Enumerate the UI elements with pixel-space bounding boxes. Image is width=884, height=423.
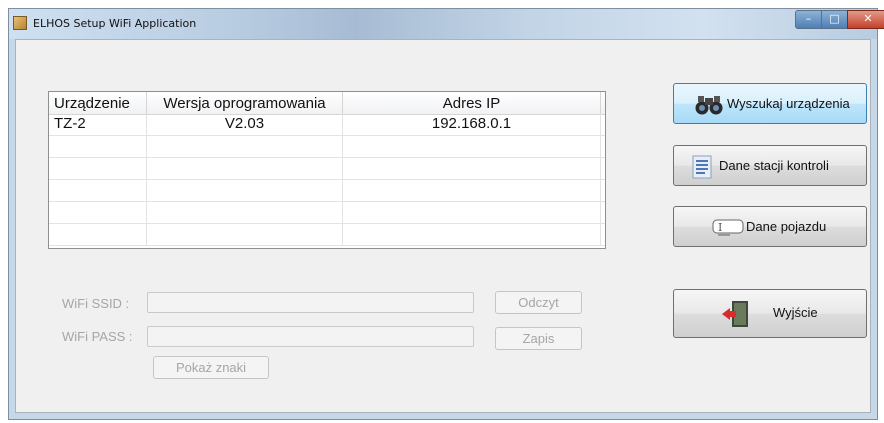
read-button[interactable]: Odczyt	[495, 291, 582, 314]
station-data-button[interactable]: Dane stacji kontroli	[673, 145, 867, 186]
maximize-button[interactable]: □	[821, 10, 848, 29]
empty-row	[49, 136, 605, 158]
vehicle-data-button[interactable]: I Dane pojazdu	[673, 206, 867, 247]
column-header-version[interactable]: Wersja oprogramowania	[147, 92, 343, 114]
write-button[interactable]: Zapis	[495, 327, 582, 350]
svg-text:I: I	[718, 221, 722, 234]
show-chars-button[interactable]: Pokaż znaki	[153, 356, 269, 379]
device-list[interactable]: Urządzenie Wersja oprogramowania Adres I…	[48, 91, 606, 249]
device-list-header: Urządzenie Wersja oprogramowania Adres I…	[49, 92, 605, 115]
vehicle-data-label: Dane pojazdu	[746, 219, 827, 234]
wifi-ssid-input[interactable]	[147, 292, 474, 313]
close-button[interactable]: ✕	[847, 10, 884, 29]
window-title: ELHOS Setup WiFi Application	[33, 17, 197, 30]
version-cell: V2.03	[147, 114, 343, 136]
exit-door-icon	[720, 300, 750, 331]
wifi-pass-label: WiFi PASS :	[62, 329, 133, 344]
title-bar[interactable]: ELHOS Setup WiFi Application – □ ✕	[9, 9, 884, 39]
binoculars-icon	[694, 94, 724, 119]
column-header-device[interactable]: Urządzenie	[49, 92, 147, 114]
device-cell: TZ-2	[49, 114, 147, 136]
wifi-ssid-label: WiFi SSID :	[62, 296, 130, 311]
exit-label: Wyjście	[773, 305, 818, 320]
document-list-icon	[692, 155, 712, 182]
empty-row	[49, 224, 605, 246]
empty-row	[49, 180, 605, 202]
empty-row	[49, 202, 605, 224]
exit-button[interactable]: Wyjście	[673, 289, 867, 338]
ip-cell: 192.168.0.1	[343, 114, 601, 136]
id-card-icon: I	[712, 219, 744, 240]
wifi-pass-input[interactable]	[147, 326, 474, 347]
empty-row	[49, 158, 605, 180]
column-header-ip[interactable]: Adres IP	[343, 92, 601, 114]
minimize-button[interactable]: –	[795, 10, 822, 29]
app-window: ELHOS Setup WiFi Application – □ ✕ Urząd…	[8, 8, 884, 420]
table-row[interactable]: TZ-2 V2.03 192.168.0.1	[49, 114, 605, 136]
app-icon	[13, 16, 27, 30]
client-area: Urządzenie Wersja oprogramowania Adres I…	[15, 39, 871, 413]
search-devices-label: Wyszukaj urządzenia	[727, 96, 850, 111]
station-data-label: Dane stacji kontroli	[719, 158, 829, 173]
search-devices-button[interactable]: Wyszukaj urządzenia	[673, 83, 867, 124]
